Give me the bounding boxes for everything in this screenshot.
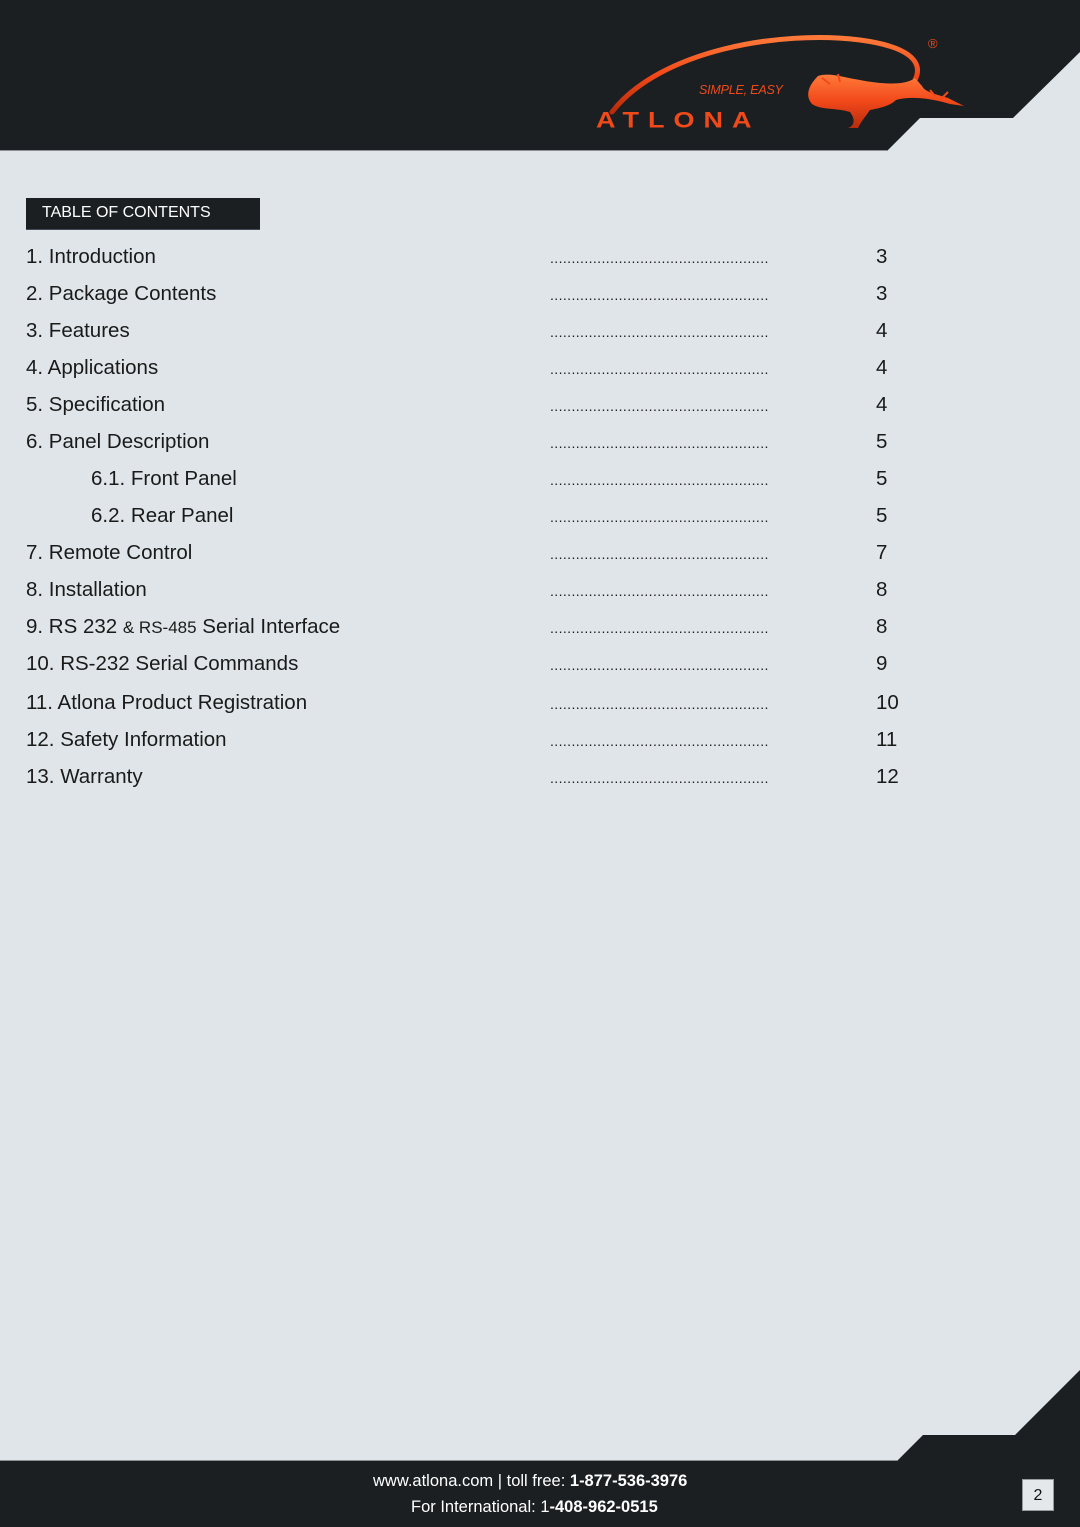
toc-entry-title[interactable]: 10. RS-232 Serial Commands (26, 652, 298, 676)
toc-entry[interactable]: 4. Applications.........................… (26, 356, 906, 386)
toc-entry[interactable]: 11. Atlona Product Registration.........… (26, 691, 906, 721)
toc-entry[interactable]: 6.2. Rear Panel.........................… (26, 504, 906, 534)
toc-page-number[interactable]: 12 (876, 765, 899, 789)
toc-entry-title[interactable]: 2. Package Contents (26, 282, 216, 306)
toc-leader-dots: ........................................… (550, 657, 769, 673)
toc-leader-dots: ........................................… (550, 472, 769, 488)
toc-leader-dots: ........................................… (550, 324, 769, 340)
toc-entry-title[interactable]: 13. Warranty (26, 765, 143, 789)
toc-page-number[interactable]: 7 (876, 541, 887, 565)
toc-entry[interactable]: 7. Remote Control.......................… (26, 541, 906, 571)
toc-entry-title[interactable]: 7. Remote Control (26, 541, 192, 565)
international-number: -408-962-0515 (549, 1498, 658, 1516)
international-label: For International: 1 (411, 1498, 550, 1516)
toc-leader-dots: ........................................… (550, 509, 769, 525)
toc-entry-title[interactable]: 6. Panel Description (26, 430, 209, 454)
toc-entry[interactable]: 6.1. Front Panel........................… (26, 467, 906, 497)
toc-page-number[interactable]: 4 (876, 356, 887, 380)
toc-entry[interactable]: 13. Warranty............................… (26, 765, 906, 795)
toc-entry-title[interactable]: 11. Atlona Product Registration (26, 691, 307, 715)
toc-leader-dots: ........................................… (550, 546, 769, 562)
toc-leader-dots: ........................................… (550, 620, 769, 636)
toc-page-number[interactable]: 8 (876, 578, 887, 602)
toc-page-number[interactable]: 3 (876, 245, 887, 269)
toc-page-number[interactable]: 5 (876, 467, 887, 491)
toc-page-number[interactable]: 11 (876, 728, 897, 752)
toc-entry[interactable]: 12. Safety Information..................… (26, 728, 906, 758)
toc-leader-dots: ........................................… (550, 435, 769, 451)
toc-entry[interactable]: 6. Panel Description....................… (26, 430, 906, 460)
toc-entry-title[interactable]: 4. Applications (26, 356, 158, 380)
toc-heading: TABLE OF CONTENTS (26, 198, 260, 230)
toc-entry[interactable]: 1. Introduction.........................… (26, 245, 906, 275)
toc-leader-dots: ........................................… (550, 583, 769, 599)
toc-leader-dots: ........................................… (550, 287, 769, 303)
toc-entry-title[interactable]: 6.2. Rear Panel (91, 504, 233, 528)
toc-entry[interactable]: 8. Installation.........................… (26, 578, 906, 608)
toc-entry[interactable]: 5. Specification........................… (26, 393, 906, 423)
toll-free-number: 1-877-536-3976 (569, 1472, 688, 1490)
toc-entry-title-part: & RS-485 (122, 618, 197, 637)
toc-entry-title-part: 9. RS 232 (26, 615, 123, 638)
toc-page-number[interactable]: 8 (876, 615, 887, 639)
toc-page-number[interactable]: 3 (876, 282, 887, 306)
toc-leader-dots: ........................................… (550, 696, 769, 712)
toc-leader-dots: ........................................… (550, 361, 769, 377)
brand-wordmark: ATLONA (596, 108, 761, 133)
toc-entry-title[interactable]: 3. Features (26, 319, 130, 343)
toc-leader-dots: ........................................… (550, 733, 769, 749)
toc-entry-title[interactable]: 5. Specification (26, 393, 165, 417)
toc-entry-title[interactable]: 12. Safety Information (26, 728, 227, 752)
lizard-icon (808, 74, 964, 128)
toc-leader-dots: ........................................… (550, 250, 769, 266)
toc-entry-title[interactable]: 6.1. Front Panel (91, 467, 237, 491)
page-number: 2 (1022, 1479, 1054, 1511)
separator: | (493, 1472, 507, 1490)
atlona-logo (609, 35, 964, 128)
toc-page-number[interactable]: 10 (876, 691, 899, 715)
toc-entry-title[interactable]: 1. Introduction (26, 245, 156, 269)
toc-entry-title[interactable]: 9. RS 232 & RS-485 Serial Interface (26, 615, 340, 639)
toc-page-number[interactable]: 5 (876, 430, 887, 454)
toc-leader-dots: ........................................… (550, 398, 769, 414)
toc-entry[interactable]: 10. RS-232 Serial Commands..............… (26, 652, 906, 682)
website-link[interactable]: www.atlona.com (373, 1472, 493, 1490)
tagline: SIMPLE, EASY (699, 83, 783, 97)
toc-entry-title[interactable]: 8. Installation (26, 578, 147, 602)
toll-free-label: toll free: (506, 1472, 570, 1490)
toc-page-number[interactable]: 5 (876, 504, 887, 528)
toc-page-number[interactable]: 4 (876, 319, 887, 343)
toc-entry[interactable]: 3. Features.............................… (26, 319, 906, 349)
toc-page-number[interactable]: 9 (876, 652, 887, 676)
toc-entry-title-part: Serial Interface (196, 615, 341, 638)
toc-page-number[interactable]: 4 (876, 393, 887, 417)
registered-mark: ® (928, 36, 938, 51)
toc-entry[interactable]: 2. Package Contents.....................… (26, 282, 906, 312)
toc-leader-dots: ........................................… (550, 770, 769, 786)
footer-international-line: For International: 1-408-962-0515 (411, 1498, 658, 1517)
toc-entry[interactable]: 9. RS 232 & RS-485 Serial Interface.....… (26, 615, 906, 645)
footer-contact-line: www.atlona.com | toll free: 1-877-536-39… (373, 1472, 687, 1491)
